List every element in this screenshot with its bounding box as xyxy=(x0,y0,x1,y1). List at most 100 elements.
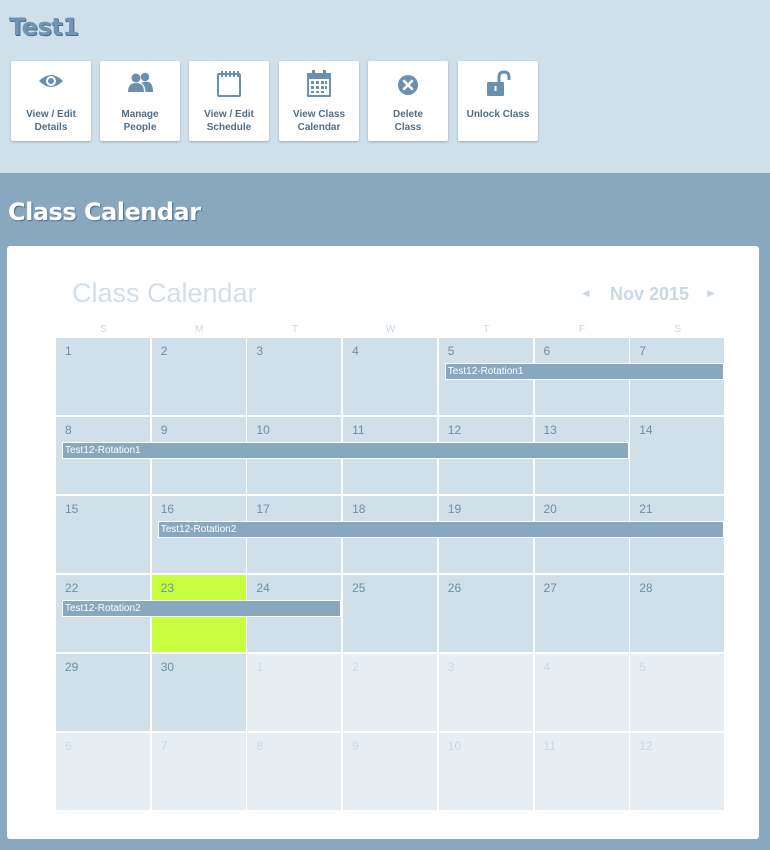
calendar-day-other-month[interactable]: 3 xyxy=(438,654,533,731)
class-header: Test1 View / Edit Details Manage People … xyxy=(0,0,770,173)
view-edit-details-button[interactable]: View / Edit Details xyxy=(11,61,91,141)
day-number: 14 xyxy=(639,423,653,437)
calendar-event[interactable]: Test12-Rotation2 xyxy=(157,521,725,538)
month-label: Nov 2015 xyxy=(610,284,690,304)
day-number: 3 xyxy=(447,660,455,674)
day-number: 19 xyxy=(447,502,462,516)
weekday-label: S xyxy=(674,324,682,335)
eye-icon xyxy=(39,75,63,87)
day-number: 5 xyxy=(447,344,455,358)
day-number: 13 xyxy=(543,423,557,437)
view-edit-schedule-label: View / Edit Schedule xyxy=(204,109,254,133)
day-number: 8 xyxy=(256,739,264,753)
day-number: 2 xyxy=(160,344,168,358)
day-number: 18 xyxy=(352,502,366,516)
calendar-heading: Class Calendar xyxy=(72,278,257,308)
calendar-day[interactable]: 30 xyxy=(151,654,246,731)
calendar-day[interactable]: 27 xyxy=(534,575,629,652)
day-number: 10 xyxy=(256,423,270,437)
view-edit-details-label: View / Edit Details xyxy=(26,109,76,133)
calendar-day-other-month[interactable]: 11 xyxy=(534,733,629,810)
class-title: Test1 xyxy=(9,13,79,41)
day-number: 5 xyxy=(639,660,646,674)
day-number: 7 xyxy=(160,739,168,753)
day-number: 11 xyxy=(543,739,556,753)
day-number: 6 xyxy=(543,344,551,358)
day-number: 22 xyxy=(65,581,79,595)
manage-people-label: Manage People xyxy=(121,109,159,133)
delete-class-label: Delete Class xyxy=(392,109,423,133)
calendar-day-other-month[interactable]: 12 xyxy=(630,733,725,810)
day-number: 30 xyxy=(160,660,175,674)
next-month-button[interactable]: ► xyxy=(705,286,717,300)
day-number: 9 xyxy=(160,423,168,437)
section-title: Class Calendar xyxy=(8,198,201,226)
day-number: 11 xyxy=(352,423,365,437)
weekday-label: M xyxy=(195,324,204,335)
weekday-label: W xyxy=(385,324,396,335)
weekday-label: T xyxy=(291,324,298,335)
day-number: 10 xyxy=(447,739,462,753)
calendar-day-other-month[interactable]: 6 xyxy=(56,733,150,810)
calendar-event[interactable]: Test12-Rotation1 xyxy=(444,363,725,380)
notepad-icon xyxy=(217,71,241,97)
unlock-class-label: Unlock Class xyxy=(466,109,530,120)
weekday-label: T xyxy=(483,324,490,335)
day-number: 4 xyxy=(352,344,359,358)
day-number: 21 xyxy=(639,502,653,516)
calendar-day-other-month[interactable]: 5 xyxy=(630,654,725,731)
day-number: 8 xyxy=(65,423,72,437)
calendar-day[interactable]: 4 xyxy=(343,338,438,415)
calendar-day[interactable]: 28 xyxy=(630,575,725,652)
manage-people-button[interactable]: Manage People xyxy=(100,61,180,141)
calendar-day-other-month[interactable]: 7 xyxy=(151,733,246,810)
unlock-icon xyxy=(487,70,511,96)
view-edit-schedule-button[interactable]: View / Edit Schedule xyxy=(189,61,269,141)
people-icon xyxy=(128,72,153,92)
day-number: 17 xyxy=(256,502,270,516)
day-number: 27 xyxy=(543,581,557,595)
calendar-day[interactable]: 25 xyxy=(343,575,438,652)
calendar-event[interactable]: Test12-Rotation1 xyxy=(62,442,629,459)
day-number: 12 xyxy=(639,739,653,753)
day-number: 16 xyxy=(160,502,175,516)
view-class-calendar-label: View Class Calendar xyxy=(292,109,346,133)
day-number: 20 xyxy=(543,502,557,516)
delete-circle-icon xyxy=(398,75,418,95)
day-number: 4 xyxy=(543,660,551,674)
calendar-day-other-month[interactable]: 9 xyxy=(343,733,438,810)
unlock-class-button[interactable]: Unlock Class xyxy=(458,61,538,141)
calendar-day[interactable]: 3 xyxy=(247,338,342,415)
day-number: 9 xyxy=(352,739,359,753)
day-number: 23 xyxy=(160,581,175,595)
delete-class-button[interactable]: Delete Class xyxy=(368,61,448,141)
calendar-icon xyxy=(307,70,331,97)
calendar-day-other-month[interactable]: 4 xyxy=(534,654,629,731)
day-number: 2 xyxy=(352,660,359,674)
day-number: 1 xyxy=(65,344,72,358)
calendar-panel: Class Calendar ◄ Nov 2015 ► SMTWTFS 1234… xyxy=(7,246,759,839)
day-number: 12 xyxy=(447,423,462,437)
weekday-label: S xyxy=(100,324,107,335)
calendar-day[interactable]: 15 xyxy=(56,496,150,573)
calendar-day[interactable]: 14 xyxy=(630,417,725,494)
calendar-day-other-month[interactable]: 2 xyxy=(343,654,438,731)
day-number: 3 xyxy=(256,344,264,358)
weekday-label: F xyxy=(578,324,586,335)
calendar-day-other-month[interactable]: 10 xyxy=(438,733,533,810)
calendar-day[interactable]: 29 xyxy=(56,654,150,731)
day-number: 24 xyxy=(256,581,270,595)
day-number: 28 xyxy=(639,581,653,595)
day-number: 29 xyxy=(65,660,79,674)
prev-month-button[interactable]: ◄ xyxy=(580,286,592,300)
day-number: 1 xyxy=(256,660,264,674)
view-class-calendar-button[interactable]: View Class Calendar xyxy=(279,61,359,141)
calendar-day[interactable]: 2 xyxy=(151,338,246,415)
calendar-day[interactable]: 1 xyxy=(56,338,150,415)
calendar-day-other-month[interactable]: 1 xyxy=(247,654,342,731)
day-number: 6 xyxy=(65,739,72,753)
calendar-day-other-month[interactable]: 8 xyxy=(247,733,342,810)
calendar-day[interactable]: 26 xyxy=(438,575,533,652)
calendar-event[interactable]: Test12-Rotation2 xyxy=(62,600,342,617)
day-number: 15 xyxy=(65,502,79,516)
